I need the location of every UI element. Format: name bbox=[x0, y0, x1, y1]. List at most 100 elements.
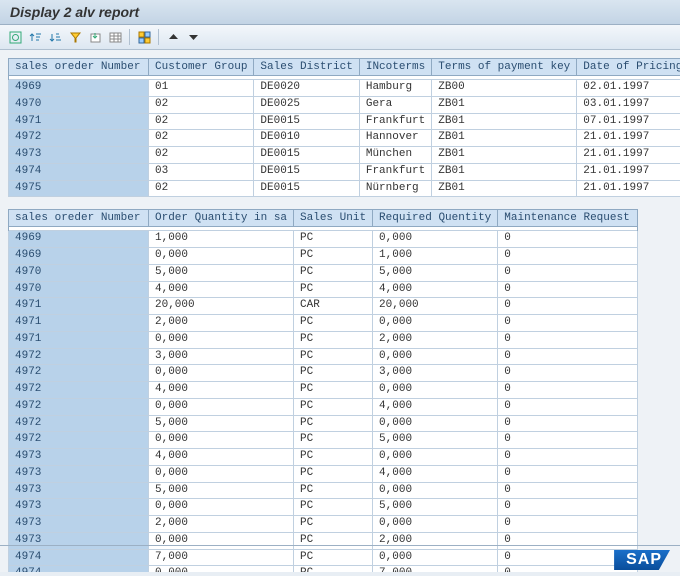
cell[interactable]: 4972 bbox=[9, 348, 149, 365]
cell[interactable]: 0 bbox=[498, 516, 638, 533]
cell[interactable]: 0,000 bbox=[373, 382, 498, 399]
cell[interactable]: 2,000 bbox=[149, 315, 294, 332]
cell[interactable]: ZB00 bbox=[432, 80, 577, 97]
table-row[interactable]: 49734,000PC0,0000 bbox=[9, 449, 638, 466]
column-header[interactable]: Date of Pricing & ex bbox=[577, 59, 680, 76]
cell[interactable]: 4970 bbox=[9, 264, 149, 281]
cell[interactable]: 4972 bbox=[9, 382, 149, 399]
cell[interactable]: 02.01.1997 bbox=[577, 80, 680, 97]
cell[interactable]: Frankfurt bbox=[359, 113, 431, 130]
cell[interactable]: 02 bbox=[149, 96, 254, 113]
table-row[interactable]: 49747,000PC0,0000 bbox=[9, 549, 638, 566]
cell[interactable]: 0 bbox=[498, 499, 638, 516]
cell[interactable]: Nürnberg bbox=[359, 180, 431, 197]
cell[interactable]: 0 bbox=[498, 449, 638, 466]
cell[interactable]: 4973 bbox=[9, 449, 149, 466]
cell[interactable]: 02 bbox=[149, 147, 254, 164]
cell[interactable]: 0 bbox=[498, 532, 638, 549]
cell[interactable]: 2,000 bbox=[149, 516, 294, 533]
cell[interactable]: 4,000 bbox=[373, 465, 498, 482]
cell[interactable]: ZB01 bbox=[432, 113, 577, 130]
cell[interactable]: 0,000 bbox=[149, 465, 294, 482]
table-row[interactable]: 497502DE0015NürnbergZB0121.01.1997 bbox=[9, 180, 680, 197]
cell[interactable]: 0 bbox=[498, 331, 638, 348]
cell[interactable]: 4972 bbox=[9, 432, 149, 449]
table-row[interactable]: 49710,000PC2,0000 bbox=[9, 331, 638, 348]
cell[interactable]: 4969 bbox=[9, 231, 149, 248]
cell[interactable]: 4973 bbox=[9, 499, 149, 516]
cell[interactable]: 0 bbox=[498, 398, 638, 415]
cell[interactable]: 5,000 bbox=[149, 415, 294, 432]
cell[interactable]: 20,000 bbox=[373, 298, 498, 315]
cell[interactable]: ZB01 bbox=[432, 96, 577, 113]
cell[interactable]: Hannover bbox=[359, 130, 431, 147]
cell[interactable]: DE0020 bbox=[254, 80, 359, 97]
cell[interactable]: 4972 bbox=[9, 365, 149, 382]
cell[interactable]: PC bbox=[294, 516, 373, 533]
cell[interactable]: 21.01.1997 bbox=[577, 180, 680, 197]
cell[interactable]: ZB01 bbox=[432, 163, 577, 180]
column-header[interactable]: Terms of payment key bbox=[432, 59, 577, 76]
cell[interactable]: 0,000 bbox=[373, 516, 498, 533]
cell[interactable]: DE0015 bbox=[254, 163, 359, 180]
cell[interactable]: Frankfurt bbox=[359, 163, 431, 180]
expand-icon[interactable] bbox=[184, 28, 202, 46]
cell[interactable]: 4,000 bbox=[149, 449, 294, 466]
cell[interactable]: 4974 bbox=[9, 163, 149, 180]
table-row[interactable]: 49720,000PC3,0000 bbox=[9, 365, 638, 382]
cell[interactable]: 7,000 bbox=[373, 566, 498, 572]
cell[interactable]: PC bbox=[294, 482, 373, 499]
cell[interactable]: 4974 bbox=[9, 549, 149, 566]
cell[interactable]: 4973 bbox=[9, 482, 149, 499]
table-row[interactable]: 497403DE0015FrankfurtZB0121.01.1997 bbox=[9, 163, 680, 180]
cell[interactable]: 1,000 bbox=[149, 231, 294, 248]
cell[interactable]: DE0015 bbox=[254, 113, 359, 130]
cell[interactable]: 2,000 bbox=[373, 532, 498, 549]
cell[interactable]: PC bbox=[294, 248, 373, 265]
cell[interactable]: PC bbox=[294, 348, 373, 365]
cell[interactable]: 0 bbox=[498, 315, 638, 332]
cell[interactable]: 5,000 bbox=[373, 432, 498, 449]
cell[interactable]: 4970 bbox=[9, 281, 149, 298]
cell[interactable]: 01 bbox=[149, 80, 254, 97]
cell[interactable]: 4969 bbox=[9, 248, 149, 265]
export-icon[interactable] bbox=[86, 28, 104, 46]
cell[interactable]: DE0010 bbox=[254, 130, 359, 147]
column-header[interactable]: Order Quantity in sa bbox=[149, 210, 294, 227]
cell[interactable]: München bbox=[359, 147, 431, 164]
cell[interactable]: 4974 bbox=[9, 566, 149, 572]
cell[interactable]: PC bbox=[294, 432, 373, 449]
cell[interactable]: PC bbox=[294, 465, 373, 482]
cell[interactable]: 0 bbox=[498, 348, 638, 365]
table-row[interactable]: 49690,000PC1,0000 bbox=[9, 248, 638, 265]
cell[interactable]: 0 bbox=[498, 415, 638, 432]
cell[interactable]: DE0015 bbox=[254, 147, 359, 164]
cell[interactable]: 4973 bbox=[9, 516, 149, 533]
column-header[interactable]: sales oreder Number bbox=[9, 210, 149, 227]
cell[interactable]: 0,000 bbox=[373, 315, 498, 332]
cell[interactable]: 0,000 bbox=[149, 566, 294, 572]
table-row[interactable]: 49730,000PC2,0000 bbox=[9, 532, 638, 549]
cell[interactable]: 0,000 bbox=[373, 415, 498, 432]
table-row[interactable]: 497302DE0015MünchenZB0121.01.1997 bbox=[9, 147, 680, 164]
cell[interactable]: 4969 bbox=[9, 80, 149, 97]
table-row[interactable]: 497202DE0010HannoverZB0121.01.1997 bbox=[9, 130, 680, 147]
cell[interactable]: 02 bbox=[149, 180, 254, 197]
cell[interactable]: 0 bbox=[498, 365, 638, 382]
column-header[interactable]: INcoterms bbox=[359, 59, 431, 76]
table-row[interactable]: 49730,000PC4,0000 bbox=[9, 465, 638, 482]
table-row[interactable]: 49740,000PC7,0000 bbox=[9, 566, 638, 572]
cell[interactable]: 7,000 bbox=[149, 549, 294, 566]
details-icon[interactable] bbox=[6, 28, 24, 46]
table-row[interactable]: 49720,000PC5,0000 bbox=[9, 432, 638, 449]
cell[interactable]: ZB01 bbox=[432, 147, 577, 164]
collapse-icon[interactable] bbox=[164, 28, 182, 46]
cell[interactable]: 4971 bbox=[9, 315, 149, 332]
column-header[interactable]: Sales Unit bbox=[294, 210, 373, 227]
table-row[interactable]: 497120,000CAR20,0000 bbox=[9, 298, 638, 315]
table-row[interactable]: 49712,000PC0,0000 bbox=[9, 315, 638, 332]
cell[interactable]: 4,000 bbox=[149, 382, 294, 399]
cell[interactable]: 0,000 bbox=[149, 532, 294, 549]
cell[interactable]: 21.01.1997 bbox=[577, 130, 680, 147]
cell[interactable]: PC bbox=[294, 532, 373, 549]
